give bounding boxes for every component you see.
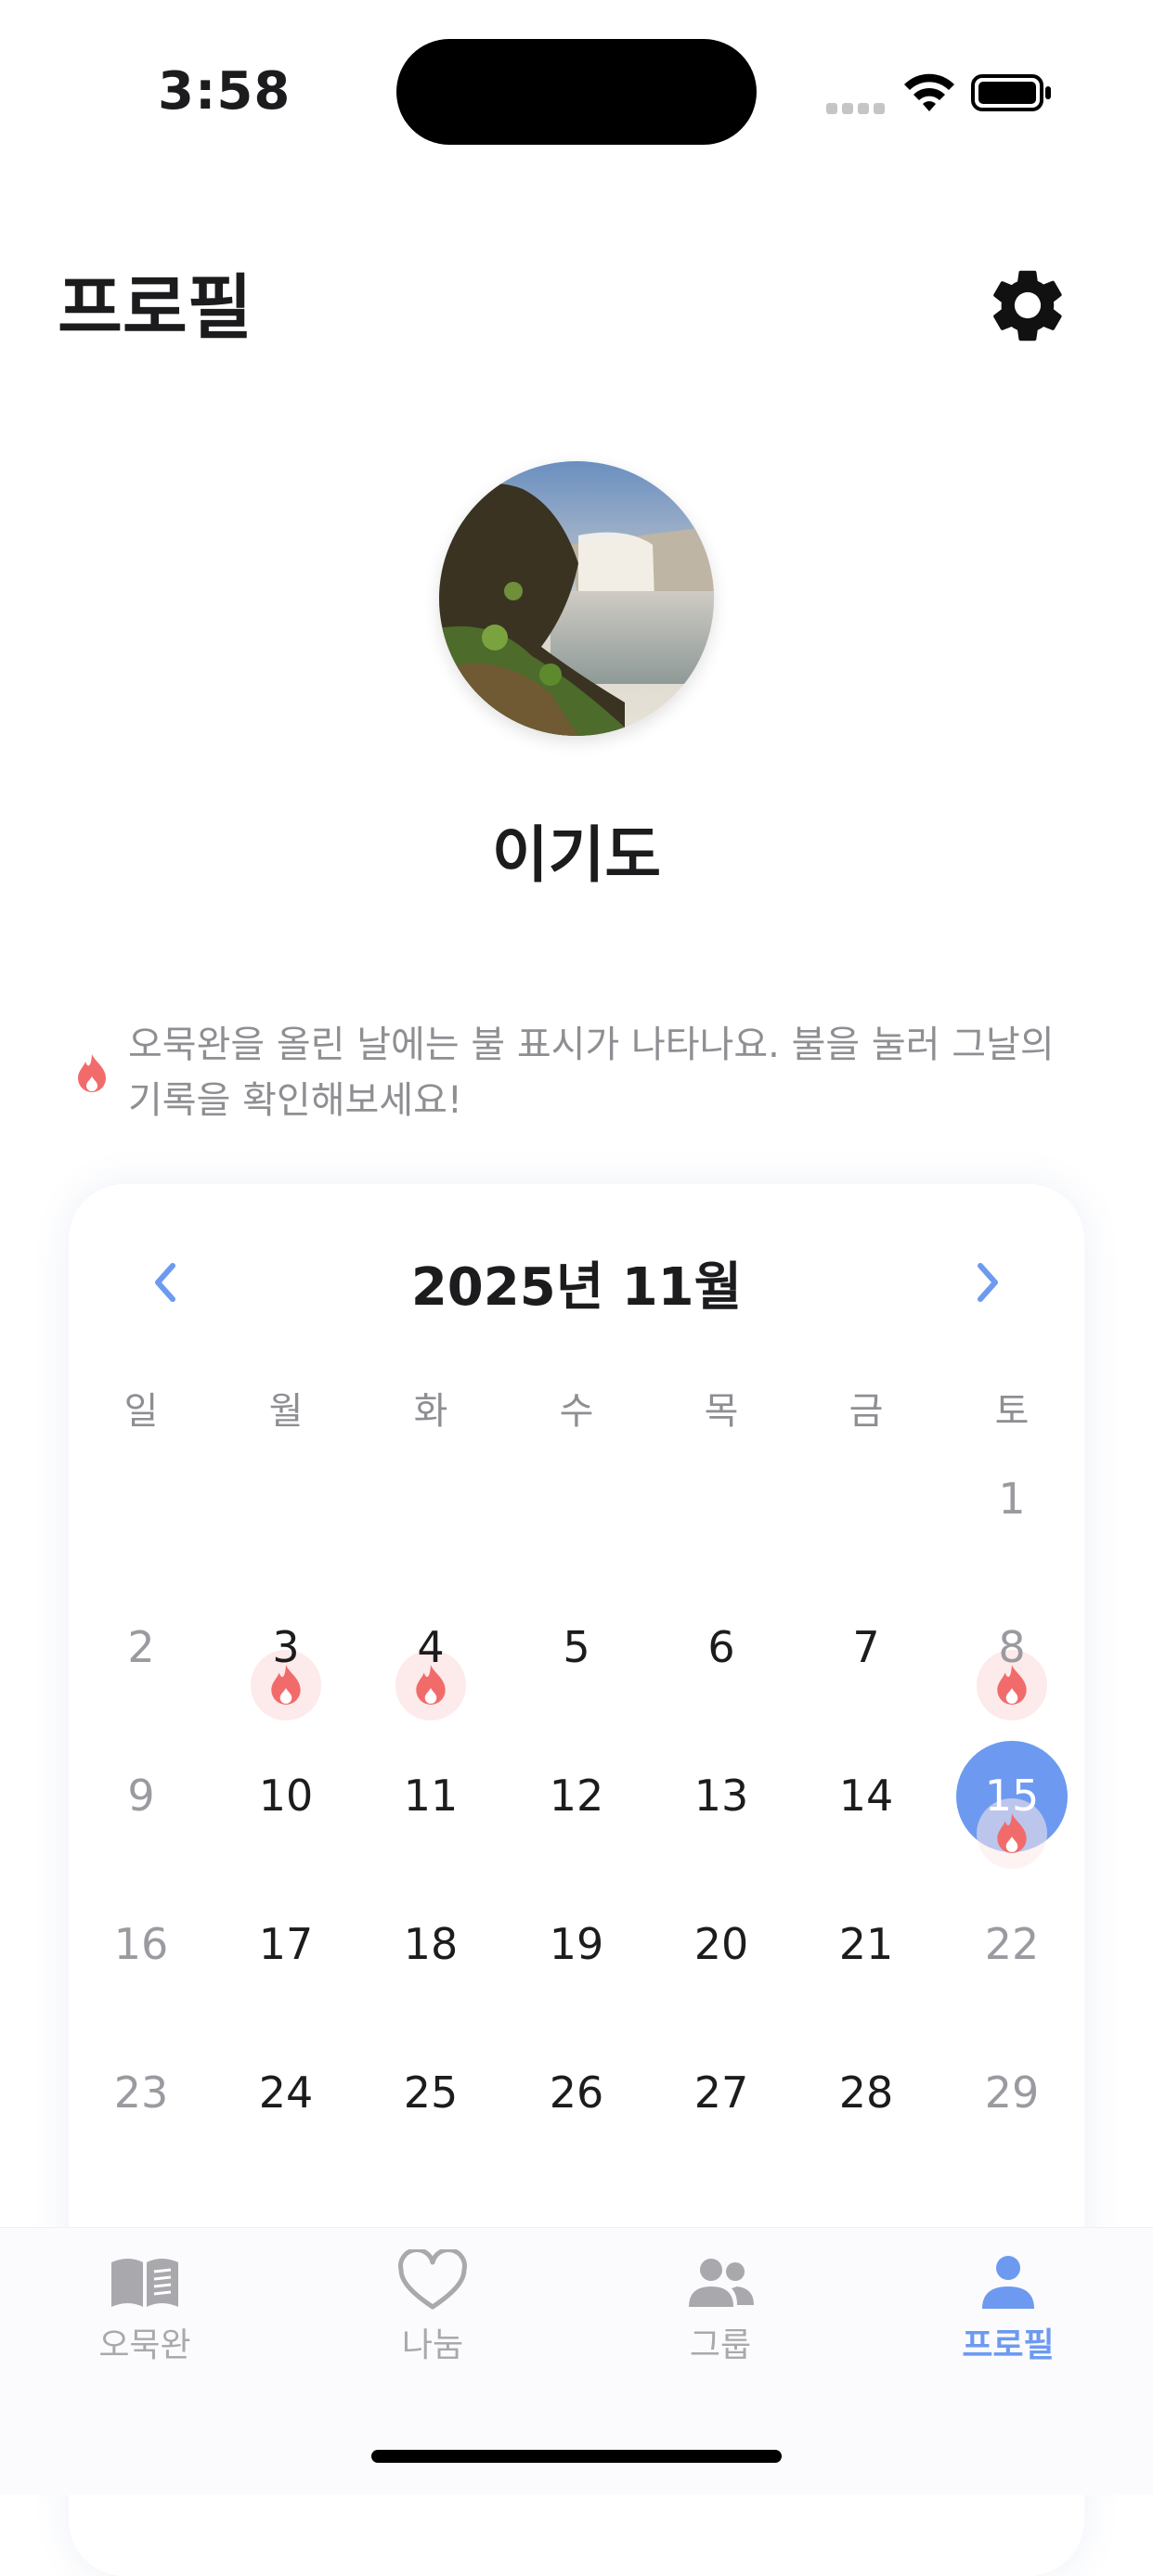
heart-icon: [398, 2249, 467, 2310]
calendar-day[interactable]: 22: [956, 1919, 1068, 1969]
calendar-day[interactable]: 3: [230, 1622, 342, 1672]
tab-label: 오묵완: [98, 2326, 191, 2364]
chevron-right-icon[interactable]: [962, 1255, 1014, 1310]
user-name: 이기도: [491, 819, 662, 891]
calendar-day[interactable]: 18: [375, 1919, 486, 1969]
calendar-day[interactable]: 28: [810, 2067, 922, 2118]
person-icon: [982, 2256, 1034, 2309]
calendar-day[interactable]: 13: [666, 1771, 777, 1821]
hint-text: 오묵완을 올린 날에는 불 표시가 나타나요. 불을 눌러 그날의 기록을 확인…: [128, 1024, 1055, 1122]
cellular-signal-icon: [826, 100, 889, 118]
calendar-day[interactable]: 12: [521, 1771, 632, 1821]
weekday-tue: 화: [413, 1390, 448, 1433]
weekday-fri: 금: [849, 1390, 884, 1433]
tab-profile[interactable]: 프로필: [897, 2249, 1120, 2379]
calendar-day[interactable]: 14: [810, 1771, 922, 1821]
calendar-day[interactable]: 26: [521, 2067, 632, 2118]
people-icon: [689, 2259, 754, 2307]
calendar-day[interactable]: 20: [666, 1919, 777, 1969]
weekday-sat: 토: [994, 1390, 1030, 1433]
tab-label: 나눔: [401, 2326, 464, 2364]
weekday-mon: 월: [268, 1390, 304, 1433]
tab-group[interactable]: 그룹: [609, 2249, 832, 2379]
tab-sharing[interactable]: 나눔: [321, 2249, 544, 2379]
dynamic-island: [396, 39, 757, 145]
tab-label: 프로필: [962, 2326, 1055, 2364]
calendar-day[interactable]: 6: [666, 1622, 777, 1672]
calendar-day[interactable]: 8: [956, 1622, 1068, 1672]
calendar-day[interactable]: 29: [956, 2067, 1068, 2118]
calendar-day[interactable]: 24: [230, 2067, 342, 2118]
status-time: 3:58: [158, 61, 291, 122]
tab-label: 그룹: [689, 2326, 752, 2364]
battery-icon: [971, 74, 1051, 111]
tab-omukwan[interactable]: 오묵완: [33, 2249, 256, 2379]
weekday-sun: 일: [123, 1390, 159, 1433]
weekday-thu: 목: [704, 1390, 739, 1433]
calendar-day[interactable]: 2: [85, 1622, 197, 1672]
calendar-day[interactable]: 7: [810, 1622, 922, 1672]
page-title: 프로필: [58, 266, 253, 349]
fire-icon: [78, 1054, 106, 1092]
calendar-day[interactable]: 16: [85, 1919, 197, 1969]
wifi-icon: [904, 73, 954, 111]
calendar-day[interactable]: 17: [230, 1919, 342, 1969]
calendar-day[interactable]: 1: [956, 1474, 1068, 1524]
book-icon: [111, 2259, 178, 2307]
avatar[interactable]: [439, 461, 714, 736]
calendar-day[interactable]: 21: [810, 1919, 922, 1969]
calendar-day[interactable]: 10: [230, 1771, 342, 1821]
calendar-day[interactable]: 27: [666, 2067, 777, 2118]
calendar-day[interactable]: 9: [85, 1771, 197, 1821]
weekday-wed: 수: [559, 1390, 594, 1433]
status-bar: 3:58: [0, 0, 1153, 186]
waterfall-photo: [439, 461, 714, 736]
calendar-day-selected[interactable]: 15: [956, 1771, 1068, 1821]
calendar-day[interactable]: 25: [375, 2067, 486, 2118]
home-indicator: [371, 2450, 782, 2463]
calendar-day[interactable]: 19: [521, 1919, 632, 1969]
gear-icon[interactable]: [984, 262, 1071, 349]
calendar-day[interactable]: 11: [375, 1771, 486, 1821]
calendar-day[interactable]: 23: [85, 2067, 197, 2118]
calendar-day[interactable]: 5: [521, 1622, 632, 1672]
calendar-day[interactable]: 4: [375, 1622, 486, 1672]
